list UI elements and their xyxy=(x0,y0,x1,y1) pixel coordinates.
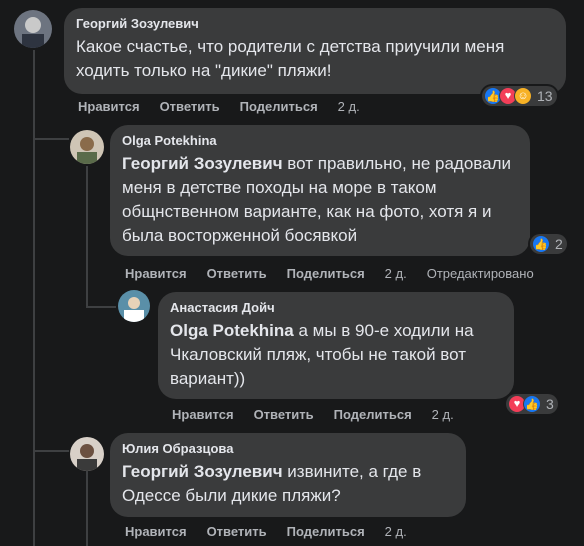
avatar[interactable] xyxy=(70,437,104,471)
mention-link[interactable]: Георгий Зозулевич xyxy=(122,154,283,173)
edited-label: Отредактировано xyxy=(426,266,534,281)
timestamp[interactable]: 2 д. xyxy=(385,524,407,539)
like-icon: 👍 xyxy=(532,235,550,253)
reaction-count: 2 xyxy=(555,236,563,252)
share-button[interactable]: Поделиться xyxy=(240,99,318,114)
timestamp[interactable]: 2 д. xyxy=(432,407,454,422)
reaction-count: 13 xyxy=(537,88,553,104)
share-button[interactable]: Поделиться xyxy=(287,524,365,539)
comment-bubble: Юлия Образцова Георгий Зозулевич извинит… xyxy=(110,433,466,517)
reaction-count: 3 xyxy=(546,396,554,412)
avatar-photo xyxy=(70,130,104,164)
thread-line-sub xyxy=(86,166,88,308)
avatar-photo xyxy=(14,10,52,48)
comment-text: Какое счастье, что родители с детства пр… xyxy=(76,37,505,80)
avatar-photo xyxy=(118,290,150,322)
share-button[interactable]: Поделиться xyxy=(334,407,412,422)
comment-bubble: Olga Potekhina Георгий Зозулевич вот пра… xyxy=(110,125,530,256)
like-button[interactable]: Нравится xyxy=(78,99,140,114)
reply-button[interactable]: Ответить xyxy=(160,99,220,114)
comment-author[interactable]: Анастасия Дойч xyxy=(170,300,502,315)
thread-line-main xyxy=(33,50,35,546)
avatar[interactable] xyxy=(14,10,52,48)
share-button[interactable]: Поделиться xyxy=(287,266,365,281)
avatar-photo xyxy=(70,437,104,471)
timestamp[interactable]: 2 д. xyxy=(338,99,360,114)
like-button[interactable]: Нравится xyxy=(172,407,234,422)
comment-bubble: Анастасия Дойч Olga Potekhina а мы в 90-… xyxy=(158,292,514,399)
comment-actions: Нравится Ответить Поделиться 2 д. Отреда… xyxy=(125,266,534,281)
mention-link[interactable]: Olga Potekhina xyxy=(170,321,294,340)
comment-text: Olga Potekhina а мы в 90-е ходили на Чка… xyxy=(170,321,474,388)
reactions-summary[interactable]: 👍 2 xyxy=(530,234,567,254)
avatar[interactable] xyxy=(118,290,150,322)
comment-author[interactable]: Георгий Зозулевич xyxy=(76,16,554,31)
mention-link[interactable]: Георгий Зозулевич xyxy=(122,462,283,481)
comment-bubble: Георгий Зозулевич Какое счастье, что род… xyxy=(64,8,566,94)
like-button[interactable]: Нравится xyxy=(125,266,187,281)
reply-button[interactable]: Ответить xyxy=(207,524,267,539)
reactions-summary[interactable]: 👍 ♥ ☺ 13 xyxy=(482,86,557,106)
like-icon: 👍 xyxy=(523,395,541,413)
thread-line-sub-branch xyxy=(86,306,116,308)
comment-actions: Нравится Ответить Поделиться 2 д. xyxy=(78,99,380,114)
timestamp[interactable]: 2 д. xyxy=(385,266,407,281)
reply-button[interactable]: Ответить xyxy=(254,407,314,422)
comment-author[interactable]: Olga Potekhina xyxy=(122,133,518,148)
reactions-summary[interactable]: ♥ 👍 3 xyxy=(506,394,558,414)
comment-author[interactable]: Юлия Образцова xyxy=(122,441,454,456)
avatar[interactable] xyxy=(70,130,104,164)
like-button[interactable]: Нравится xyxy=(125,524,187,539)
comment-actions: Нравится Ответить Поделиться 2 д. xyxy=(172,407,474,422)
thread-line-branch xyxy=(33,138,69,140)
comment-text: Георгий Зозулевич извините, а где в Одес… xyxy=(122,462,422,505)
comment-actions: Нравится Ответить Поделиться 2 д. xyxy=(125,524,427,539)
reply-button[interactable]: Ответить xyxy=(207,266,267,281)
comment-text: Георгий Зозулевич вот правильно, не радо… xyxy=(122,154,511,245)
thread-line-branch xyxy=(33,450,69,452)
thread-line-sub xyxy=(86,470,88,546)
care-icon: ☺ xyxy=(514,87,532,105)
